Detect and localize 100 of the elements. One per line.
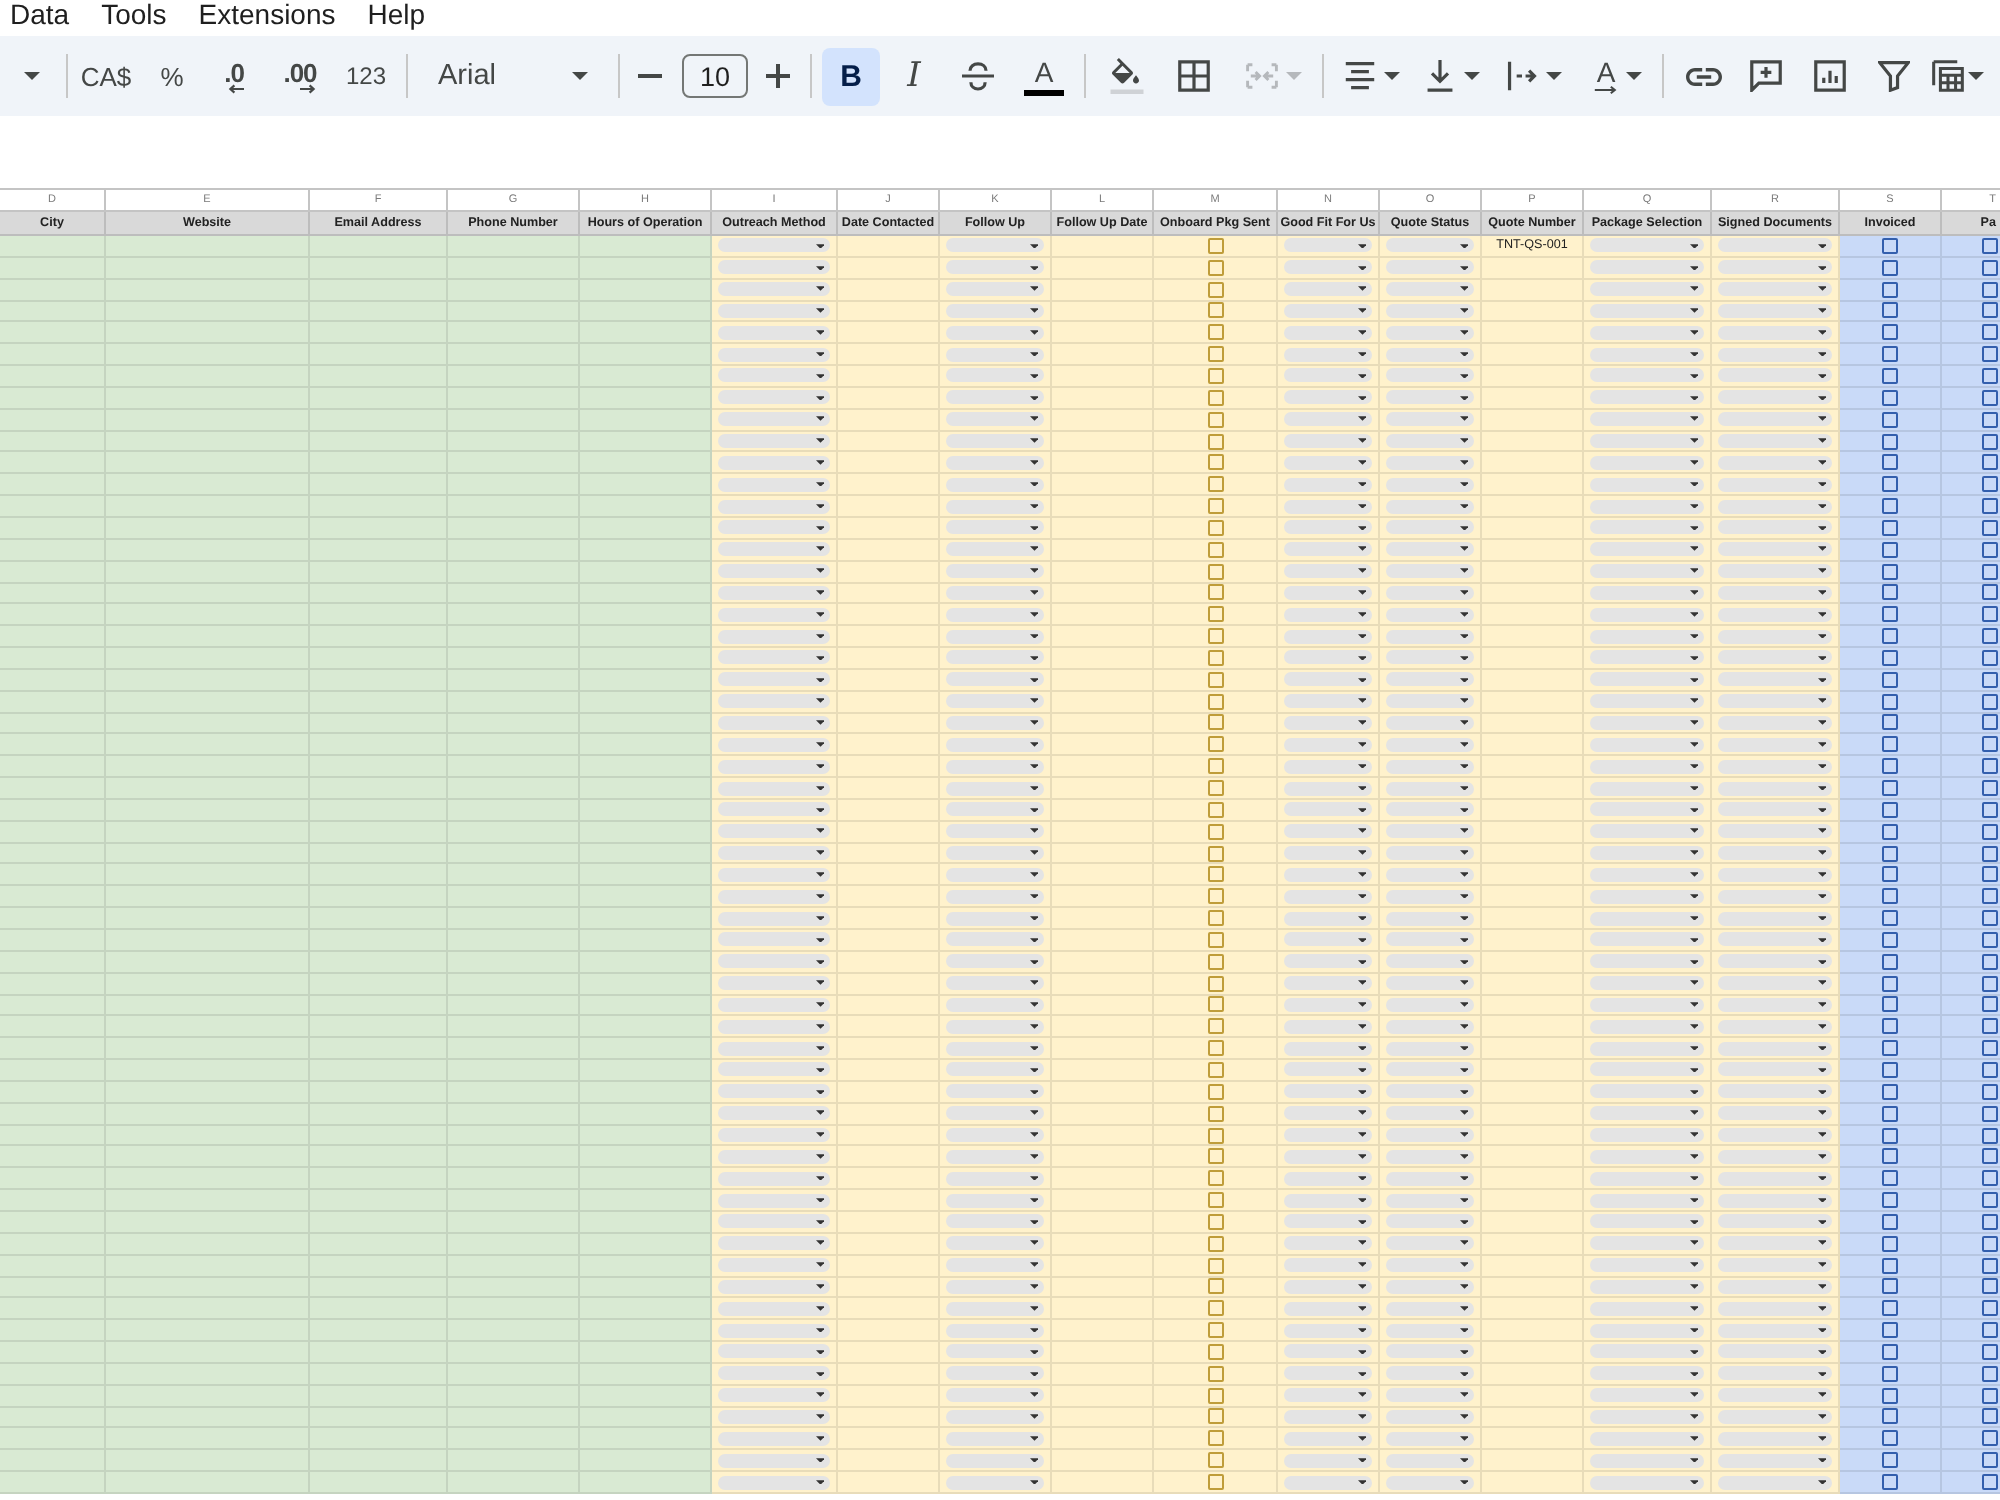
dropdown[interactable] xyxy=(1284,412,1372,427)
dropdown[interactable] xyxy=(1718,1258,1832,1273)
dropdown[interactable] xyxy=(1718,1366,1832,1381)
checkbox[interactable] xyxy=(1882,1322,1898,1339)
dropdown[interactable] xyxy=(718,412,830,427)
dropdown[interactable] xyxy=(1386,1128,1474,1143)
dropdown[interactable] xyxy=(1284,715,1372,730)
checkbox[interactable] xyxy=(1982,931,1998,948)
dropdown[interactable] xyxy=(718,238,830,253)
dropdown[interactable] xyxy=(946,672,1044,687)
checkbox[interactable] xyxy=(1982,1148,1998,1165)
dropdown[interactable] xyxy=(1590,867,1704,882)
dropdown[interactable] xyxy=(1718,954,1832,969)
checkbox[interactable] xyxy=(1982,411,1998,428)
checkbox[interactable] xyxy=(1882,389,1898,406)
dropdown[interactable] xyxy=(1386,1409,1474,1424)
checkbox[interactable] xyxy=(1207,910,1223,927)
dropdown[interactable] xyxy=(718,954,830,969)
dropdown[interactable] xyxy=(946,1475,1044,1490)
checkbox[interactable] xyxy=(1982,259,1998,276)
dropdown[interactable] xyxy=(1718,1344,1832,1359)
dropdown[interactable] xyxy=(946,867,1044,882)
dropdown[interactable] xyxy=(1284,520,1372,535)
dropdown[interactable] xyxy=(1590,824,1704,839)
dropdown[interactable] xyxy=(1590,759,1704,774)
dropdown[interactable] xyxy=(1386,1453,1474,1468)
dropdown[interactable] xyxy=(1718,368,1832,383)
dropdown[interactable] xyxy=(1386,976,1474,991)
checkbox[interactable] xyxy=(1207,1300,1223,1317)
dropdown[interactable] xyxy=(946,1149,1044,1164)
dropdown[interactable] xyxy=(718,390,830,405)
dropdown[interactable] xyxy=(1284,1128,1372,1143)
checkbox[interactable] xyxy=(1982,1061,1998,1078)
dropdown[interactable] xyxy=(1718,694,1832,709)
dropdown[interactable] xyxy=(1590,781,1704,796)
checkbox[interactable] xyxy=(1882,1192,1898,1209)
dropdown[interactable] xyxy=(1590,390,1704,405)
dropdown[interactable] xyxy=(1590,499,1704,514)
dropdown[interactable] xyxy=(718,889,830,904)
dropdown[interactable] xyxy=(946,932,1044,947)
dropdown[interactable] xyxy=(1284,1084,1372,1099)
checkbox[interactable] xyxy=(1207,302,1223,319)
checkbox[interactable] xyxy=(1982,606,1998,623)
dropdown[interactable] xyxy=(1590,412,1704,427)
currency-button[interactable]: CA$ xyxy=(72,48,140,104)
checkbox[interactable] xyxy=(1882,780,1898,797)
checkbox[interactable] xyxy=(1207,433,1223,450)
checkbox[interactable] xyxy=(1982,237,1998,254)
dropdown[interactable] xyxy=(1386,889,1474,904)
dropdown[interactable] xyxy=(1284,542,1372,557)
dropdown[interactable] xyxy=(946,1236,1044,1251)
dropdown[interactable] xyxy=(1590,889,1704,904)
dropdown[interactable] xyxy=(718,1388,830,1403)
dropdown[interactable] xyxy=(718,759,830,774)
dropdown[interactable] xyxy=(1590,846,1704,861)
dropdown[interactable] xyxy=(946,802,1044,817)
dropdown[interactable] xyxy=(946,824,1044,839)
checkbox[interactable] xyxy=(1207,1430,1223,1447)
dropdown[interactable] xyxy=(1718,1431,1832,1446)
checkbox[interactable] xyxy=(1882,1257,1898,1274)
checkbox[interactable] xyxy=(1882,498,1898,515)
dropdown[interactable] xyxy=(1386,1431,1474,1446)
checkbox[interactable] xyxy=(1207,1474,1223,1491)
dropdown[interactable] xyxy=(1386,1106,1474,1121)
checkbox[interactable] xyxy=(1207,454,1223,471)
dropdown[interactable] xyxy=(1718,629,1832,644)
dropdown[interactable] xyxy=(946,1431,1044,1446)
dropdown[interactable] xyxy=(1284,1062,1372,1077)
dropdown[interactable] xyxy=(1284,1366,1372,1381)
checkbox[interactable] xyxy=(1207,1322,1223,1339)
dropdown[interactable] xyxy=(1284,1475,1372,1490)
checkbox[interactable] xyxy=(1882,845,1898,862)
dropdown[interactable] xyxy=(1386,434,1474,449)
increase-decimal-button[interactable]: .00 xyxy=(272,48,328,104)
dropdown[interactable] xyxy=(946,303,1044,318)
dropdown[interactable] xyxy=(1386,1236,1474,1251)
dropdown[interactable] xyxy=(1284,1106,1372,1121)
dropdown[interactable] xyxy=(1718,238,1832,253)
checkbox[interactable] xyxy=(1207,845,1223,862)
dropdown[interactable] xyxy=(1718,1236,1832,1251)
dropdown[interactable] xyxy=(1590,954,1704,969)
checkbox[interactable] xyxy=(1882,996,1898,1013)
dropdown[interactable] xyxy=(1718,889,1832,904)
checkbox[interactable] xyxy=(1207,498,1223,515)
dropdown[interactable] xyxy=(1386,737,1474,752)
checkbox[interactable] xyxy=(1207,780,1223,797)
checkbox[interactable] xyxy=(1207,1192,1223,1209)
dropdown[interactable] xyxy=(718,846,830,861)
dropdown[interactable] xyxy=(1284,889,1372,904)
dropdown[interactable] xyxy=(946,1193,1044,1208)
dropdown[interactable] xyxy=(1284,781,1372,796)
dropdown[interactable] xyxy=(1590,434,1704,449)
dropdown[interactable] xyxy=(946,629,1044,644)
dropdown[interactable] xyxy=(1718,1323,1832,1338)
dropdown[interactable] xyxy=(1386,282,1474,297)
checkbox[interactable] xyxy=(1207,1387,1223,1404)
checkbox[interactable] xyxy=(1882,1148,1898,1165)
dropdown[interactable] xyxy=(718,1019,830,1034)
dropdown[interactable] xyxy=(718,282,830,297)
dropdown[interactable] xyxy=(1386,1475,1474,1490)
